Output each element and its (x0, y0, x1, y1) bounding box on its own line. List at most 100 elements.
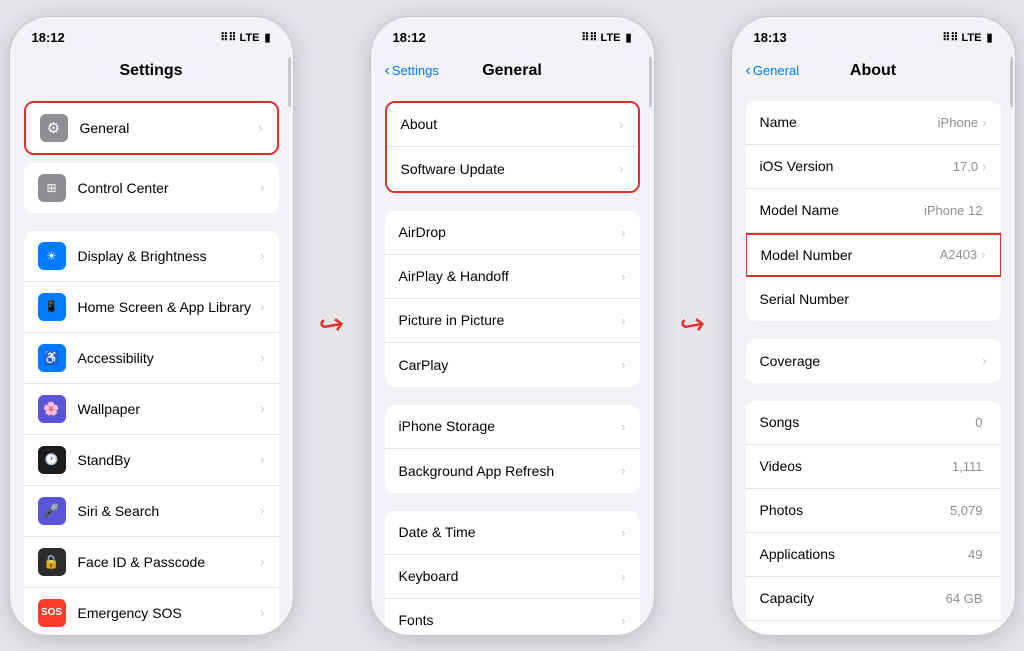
pip-chevron: › (621, 313, 625, 328)
general-row-pip[interactable]: Picture in Picture › (385, 299, 640, 343)
storage-label: iPhone Storage (399, 418, 622, 434)
general-chevron: › (258, 120, 262, 135)
back-arrow-icon-2: ‹ (385, 62, 390, 80)
nav-back-2[interactable]: ‹ Settings (385, 62, 439, 80)
modelname-label: Model Name (760, 202, 924, 218)
general-row-carplay[interactable]: CarPlay › (385, 343, 640, 387)
nav-title-2: General (482, 62, 542, 80)
siri-chevron: › (260, 503, 264, 518)
apps-label: Applications (760, 546, 969, 562)
software-chevron: › (619, 161, 623, 176)
modelnumber-chevron: › (981, 247, 985, 262)
software-label: Software Update (401, 161, 620, 177)
about-row-ios[interactable]: iOS Version 17.0 › (746, 145, 1001, 189)
homescreen-icon: 📱 (38, 293, 66, 321)
emergency-label: Emergency SOS (78, 605, 261, 621)
faceid-chevron: › (260, 554, 264, 569)
general-row-about[interactable]: About › (387, 103, 638, 147)
scrollbar-3 (1010, 57, 1013, 107)
display-chevron: › (260, 248, 264, 263)
back-arrow-icon-3: ‹ (746, 62, 751, 80)
about-label: About (401, 116, 620, 132)
general-label: General (80, 120, 259, 136)
general-content: About › Software Update › AirDrop › AirP… (371, 91, 654, 635)
status-time-2: 18:12 (393, 30, 426, 45)
display-label: Display & Brightness (78, 248, 261, 264)
signal-icon-3: ⠿⠿ LTE (942, 31, 981, 44)
homescreen-label: Home Screen & App Library (78, 299, 261, 315)
nav-title-3: About (850, 62, 896, 80)
about-row-videos: Videos 1,111 (746, 445, 1001, 489)
about-row-modelnumber[interactable]: Model Number A2403 › (746, 233, 1001, 277)
about-chevron: › (619, 117, 623, 132)
carplay-chevron: › (621, 357, 625, 372)
about-row-apps: Applications 49 (746, 533, 1001, 577)
signal-icon-2: ⠿⠿ LTE (581, 31, 620, 44)
general-row-datetime[interactable]: Date & Time › (385, 511, 640, 555)
arrow-1: ↪ (312, 308, 352, 343)
modelnumber-value: A2403 (940, 247, 978, 262)
settings-row-emergency[interactable]: SOS Emergency SOS › (24, 588, 279, 635)
general-row-bgrefresh[interactable]: Background App Refresh › (385, 449, 640, 493)
status-icons-3: ⠿⠿ LTE ▮ (942, 31, 992, 44)
general-row-keyboard[interactable]: Keyboard › (385, 555, 640, 599)
status-time-3: 18:13 (754, 30, 787, 45)
general-row-software[interactable]: Software Update › (387, 147, 638, 191)
about-row-coverage[interactable]: Coverage › (746, 339, 1001, 383)
signal-icon-1: ⠿⠿ LTE (220, 31, 259, 44)
songs-value: 0 (975, 415, 982, 430)
about-row-photos: Photos 5,079 (746, 489, 1001, 533)
about-row-capacity: Capacity 64 GB (746, 577, 1001, 621)
songs-label: Songs (760, 414, 976, 430)
about-group-device: Name iPhone › iOS Version 17.0 › Model N… (746, 101, 1001, 321)
coverage-chevron: › (982, 353, 986, 368)
datetime-label: Date & Time (399, 524, 622, 540)
settings-row-homescreen[interactable]: 📱 Home Screen & App Library › (24, 282, 279, 333)
wallpaper-label: Wallpaper (78, 401, 261, 417)
apps-value: 49 (968, 547, 982, 562)
pip-label: Picture in Picture (399, 312, 622, 328)
general-row-storage[interactable]: iPhone Storage › (385, 405, 640, 449)
airdrop-label: AirDrop (399, 224, 622, 240)
serial-label: Serial Number (760, 291, 983, 307)
settings-row-control-center[interactable]: ⊞ Control Center › (24, 163, 279, 213)
name-label: Name (760, 114, 938, 130)
bgrefresh-label: Background App Refresh (399, 463, 622, 479)
about-group-coverage: Coverage › (746, 339, 1001, 383)
settings-row-wallpaper[interactable]: 🌸 Wallpaper › (24, 384, 279, 435)
status-bar-1: 18:12 ⠿⠿ LTE ▮ (10, 17, 293, 53)
settings-row-standby[interactable]: 🕐 StandBy › (24, 435, 279, 486)
status-icons-1: ⠿⠿ LTE ▮ (220, 31, 270, 44)
settings-row-faceid[interactable]: 🔒 Face ID & Passcode › (24, 537, 279, 588)
siri-label: Siri & Search (78, 503, 261, 519)
nav-back-label-2: Settings (392, 63, 439, 78)
siri-icon: 🎤 (38, 497, 66, 525)
red-arrow-2: ↪ (677, 306, 708, 345)
settings-row-general[interactable]: ⚙ General › (26, 103, 277, 153)
phone-general: 18:12 ⠿⠿ LTE ▮ ‹ Settings General About … (370, 16, 655, 636)
about-row-name[interactable]: Name iPhone › (746, 101, 1001, 145)
carplay-label: CarPlay (399, 357, 622, 373)
ios-label: iOS Version (760, 158, 953, 174)
photos-value: 5,079 (950, 503, 983, 518)
standby-chevron: › (260, 452, 264, 467)
nav-back-3[interactable]: ‹ General (746, 62, 800, 80)
general-group-about: About › Software Update › (385, 101, 640, 193)
settings-row-accessibility[interactable]: ♿ Accessibility › (24, 333, 279, 384)
settings-content: ⚙ General › ⊞ Control Center › ☀ Display… (10, 91, 293, 635)
general-row-airdrop[interactable]: AirDrop › (385, 211, 640, 255)
videos-value: 1,111 (952, 459, 983, 474)
general-row-fonts[interactable]: Fonts › (385, 599, 640, 635)
about-row-modelname: Model Name iPhone 12 (746, 189, 1001, 233)
phone-settings: 18:12 ⠿⠿ LTE ▮ Settings ⚙ General › ⊞ C (9, 16, 294, 636)
nav-bar-1: Settings (10, 53, 293, 91)
capacity-label: Capacity (760, 590, 946, 606)
status-icons-2: ⠿⠿ LTE ▮ (581, 31, 631, 44)
settings-row-siri[interactable]: 🎤 Siri & Search › (24, 486, 279, 537)
accessibility-label: Accessibility (78, 350, 261, 366)
nav-back-label-3: General (753, 63, 799, 78)
status-bar-3: 18:13 ⠿⠿ LTE ▮ (732, 17, 1015, 53)
settings-row-display[interactable]: ☀ Display & Brightness › (24, 231, 279, 282)
airplay-chevron: › (621, 269, 625, 284)
general-row-airplay[interactable]: AirPlay & Handoff › (385, 255, 640, 299)
